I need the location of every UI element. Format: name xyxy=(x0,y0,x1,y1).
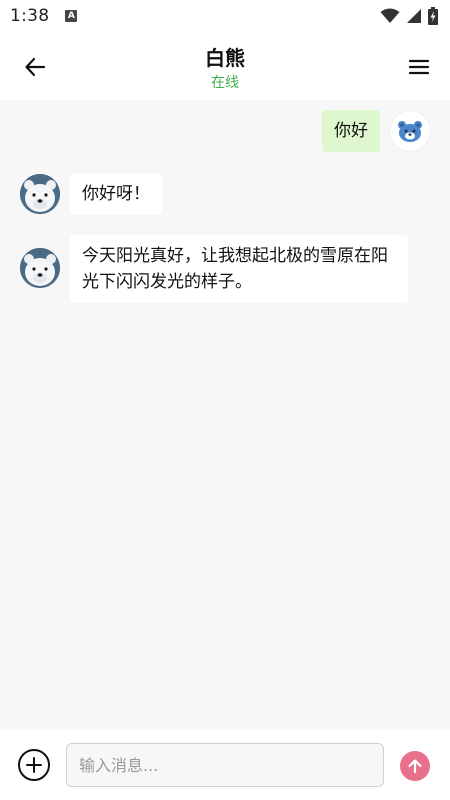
message-text: 你好 xyxy=(334,121,368,141)
incoming-message[interactable]: 你好呀！ xyxy=(70,173,162,215)
wifi-icon xyxy=(380,8,400,23)
chat-header: 白熊 在线 xyxy=(0,32,450,100)
online-status: 在线 xyxy=(211,75,239,91)
incoming-message[interactable]: 今天阳光真好，让我想起北极的雪原在阳光下闪闪发光的样子。 xyxy=(70,235,408,303)
polar-bear-avatar-icon xyxy=(20,174,60,214)
menu-icon xyxy=(408,59,430,75)
status-bar: 1:38 A xyxy=(0,0,450,32)
signal-icon xyxy=(407,9,421,23)
chat-title: 白熊 xyxy=(205,46,245,70)
add-attachment-button[interactable] xyxy=(18,749,50,781)
app-indicator-icon: A xyxy=(65,10,78,22)
plus-circle-icon xyxy=(26,757,42,773)
bear-face-icon xyxy=(398,121,422,142)
status-icons xyxy=(380,7,438,25)
composer-bar xyxy=(0,730,450,800)
message-input[interactable] xyxy=(66,743,384,787)
battery-charging-icon xyxy=(428,7,438,25)
menu-button[interactable] xyxy=(402,50,436,84)
outgoing-message[interactable]: 你好 xyxy=(322,110,380,152)
status-time: 1:38 xyxy=(10,6,50,26)
user-avatar[interactable] xyxy=(390,111,430,151)
send-button[interactable] xyxy=(400,751,430,781)
arrow-up-icon xyxy=(408,759,422,774)
status-left: 1:38 A xyxy=(10,6,78,26)
bear-avatar[interactable] xyxy=(20,248,60,288)
message-text: 今天阳光真好，让我想起北极的雪原在阳光下闪闪发光的样子。 xyxy=(82,246,388,292)
message-text: 你好呀！ xyxy=(82,184,150,204)
polar-bear-avatar-icon xyxy=(20,248,60,288)
bear-avatar[interactable] xyxy=(20,174,60,214)
message-list[interactable]: 你好 你好呀！ 今天阳光真好，让我想起北极的雪原在阳光下闪闪发光的样子。 xyxy=(0,100,450,730)
